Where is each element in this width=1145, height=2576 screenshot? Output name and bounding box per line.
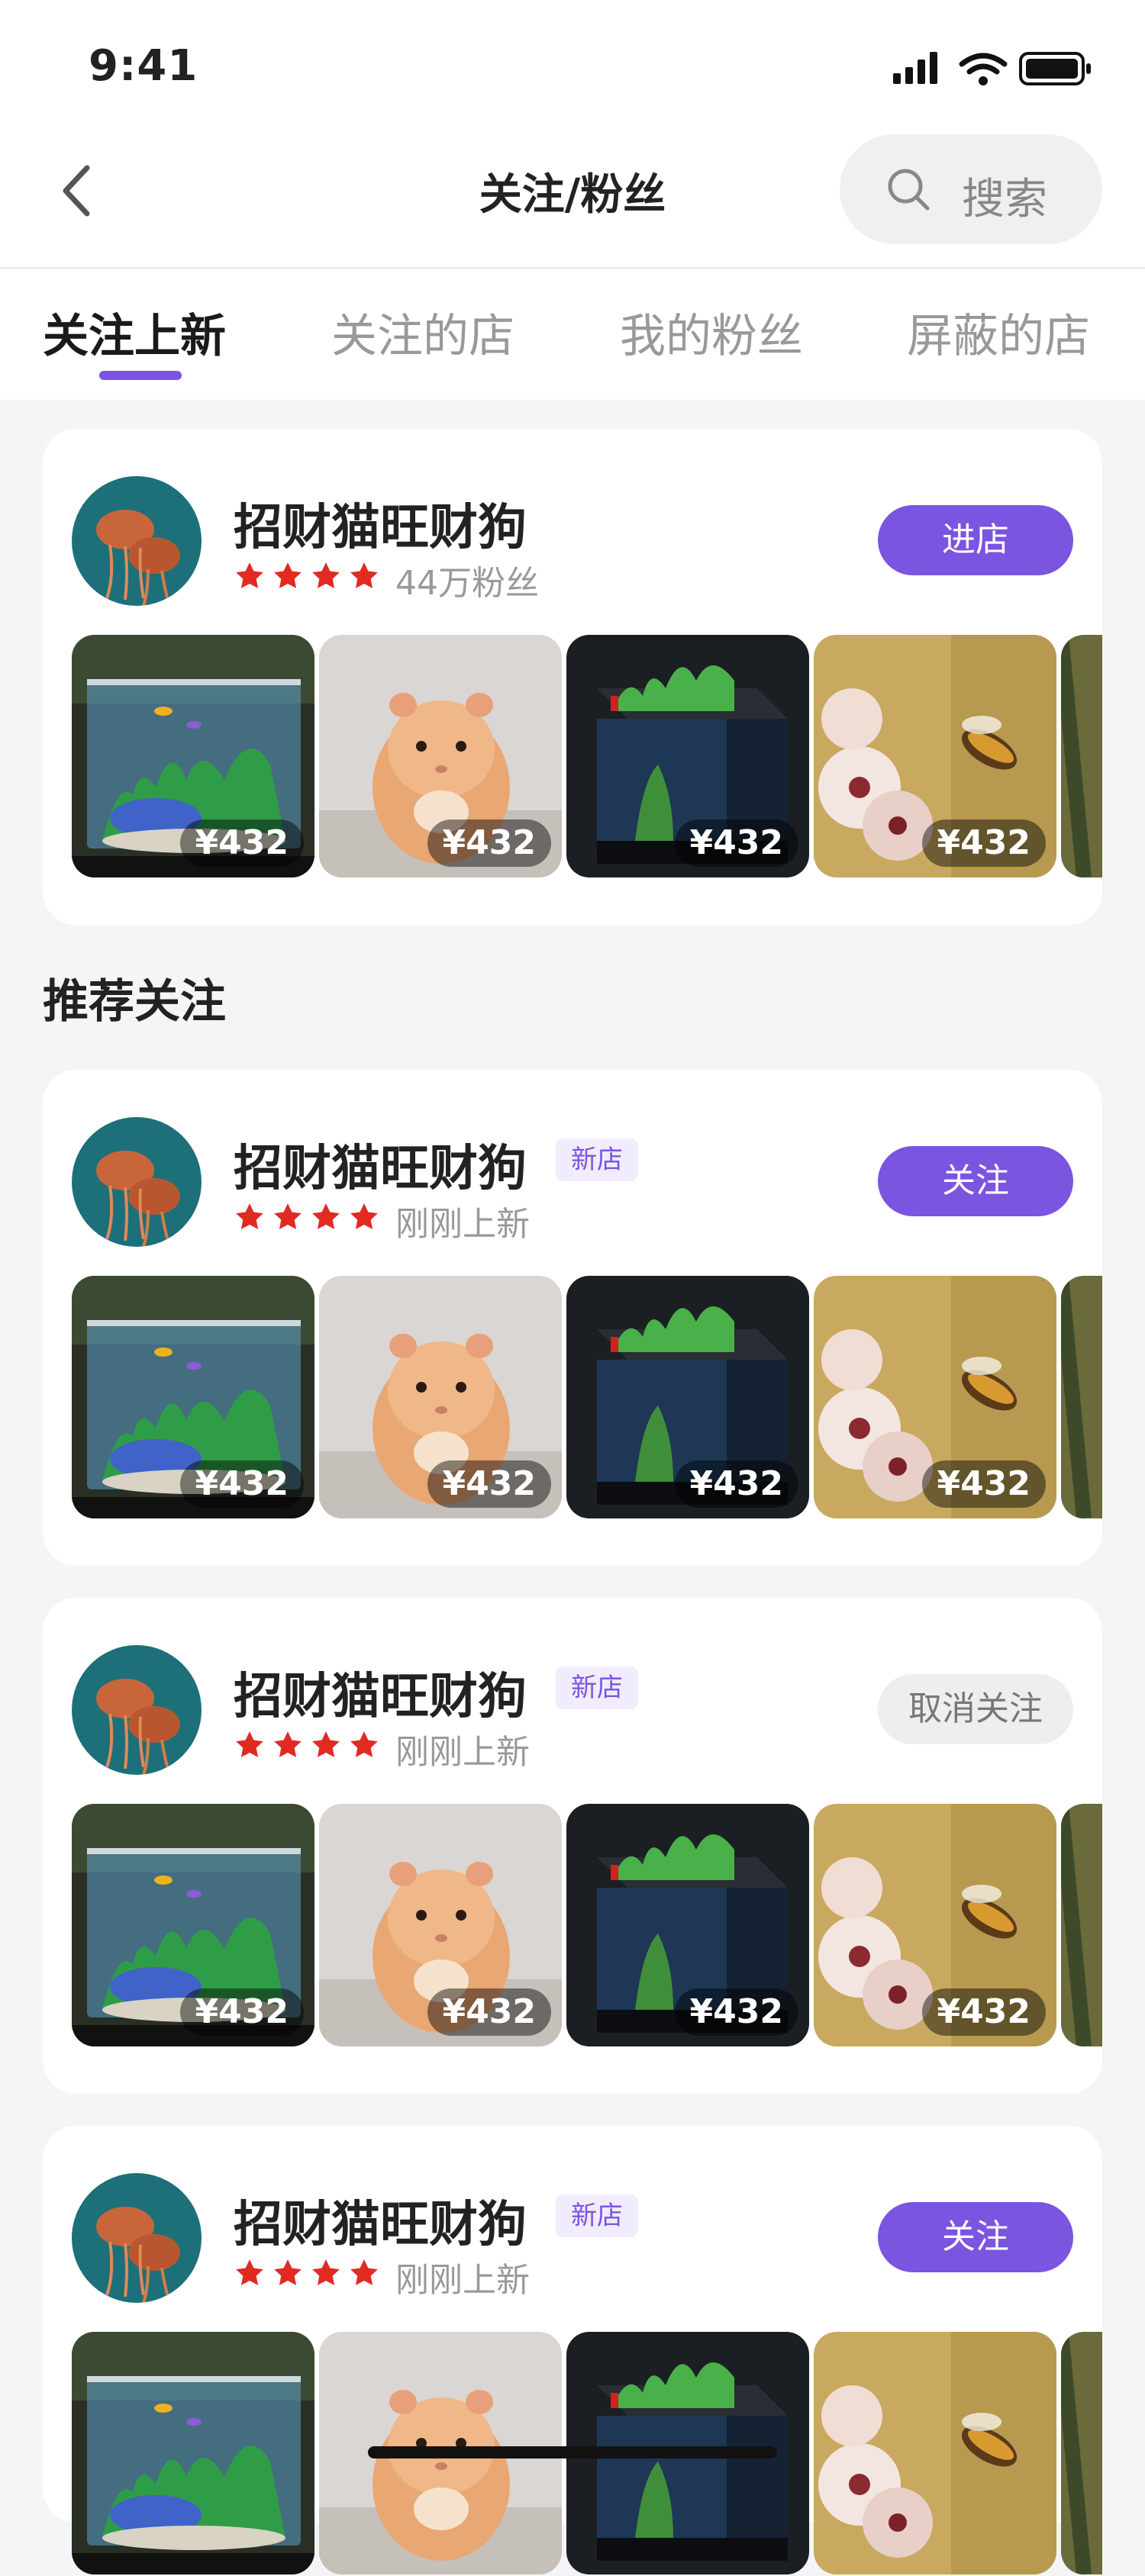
tab-follow-new[interactable]: 关注上新	[43, 299, 226, 365]
product-thumbnail-partial[interactable]	[1061, 1804, 1102, 2046]
price-tag: ¥432	[179, 819, 304, 867]
new-shop-badge: 新店	[556, 1138, 638, 1181]
star-icon	[310, 1729, 342, 1761]
product-thumbnail-partial[interactable]	[1061, 2332, 1102, 2574]
fans-count: 44万粉丝	[395, 564, 539, 603]
price-tag: ¥432	[179, 1460, 304, 1508]
product-thumbnail[interactable]: ¥432	[814, 1276, 1056, 1518]
product-thumbnail-partial[interactable]	[1061, 1276, 1102, 1518]
star-icon	[234, 1729, 266, 1761]
star-icon	[348, 1729, 380, 1761]
product-thumbnail-partial[interactable]	[1061, 635, 1102, 877]
product-thumbnail[interactable]	[814, 2332, 1056, 2574]
recommended-shop-card[interactable]: 招财猫旺财狗 新店 刚刚上新 关注 ¥432 ¥432 ¥432 ¥432	[43, 1070, 1102, 1566]
enter-shop-button[interactable]: 进店	[878, 505, 1073, 575]
star-icon	[234, 2257, 266, 2289]
star-icon	[272, 2257, 304, 2289]
price-tag: ¥432	[427, 819, 551, 867]
search-button[interactable]: 搜索	[840, 134, 1102, 244]
price-tag: ¥432	[921, 1460, 1046, 1508]
star-icon	[348, 1201, 380, 1233]
product-thumbnail[interactable]: ¥432	[566, 1276, 809, 1518]
update-status: 刚刚上新	[395, 2261, 530, 2300]
status-time: 9:41	[89, 41, 198, 91]
home-indicator	[368, 2446, 777, 2458]
star-icon	[234, 560, 266, 592]
price-tag: ¥432	[427, 1988, 551, 2036]
price-tag: ¥432	[179, 1988, 304, 2036]
price-tag: ¥432	[921, 1988, 1046, 2036]
followed-shop-card[interactable]: 招财猫旺财狗 44万粉丝 进店 ¥432 ¥432 ¥432 ¥432	[43, 429, 1102, 925]
search-icon	[888, 169, 930, 211]
product-thumbnail[interactable]: ¥432	[814, 1804, 1056, 2046]
product-thumbnail[interactable]: ¥432	[814, 635, 1056, 877]
product-thumbnail[interactable]: ¥432	[319, 1276, 562, 1518]
tab-my-fans[interactable]: 我的粉丝	[620, 299, 803, 365]
price-tag: ¥432	[427, 1460, 551, 1508]
tab-followed-shops[interactable]: 关注的店	[331, 299, 514, 365]
recommended-shop-card[interactable]: 招财猫旺财狗 新店 刚刚上新 关注	[43, 2126, 1102, 2574]
star-icon	[348, 560, 380, 592]
status-icons	[893, 52, 1091, 85]
unfollow-button[interactable]: 取消关注	[878, 1674, 1073, 1744]
price-tag: ¥432	[674, 1460, 798, 1508]
search-label: 搜索	[962, 175, 1047, 224]
price-tag: ¥432	[921, 819, 1046, 867]
star-icon	[310, 2257, 342, 2289]
rating-stars	[234, 560, 380, 594]
tab-bar: 关注上新 关注的店 我的粉丝 屏蔽的店	[0, 269, 1145, 398]
avatar	[72, 1117, 202, 1247]
price-tag: ¥432	[674, 1988, 798, 2036]
product-thumbnail[interactable]: ¥432	[566, 1804, 809, 2046]
star-icon	[310, 1201, 342, 1233]
rating-stars	[234, 1201, 380, 1235]
product-thumbnail[interactable]: ¥432	[319, 635, 562, 877]
follow-button[interactable]: 关注	[878, 2202, 1073, 2272]
tab-blocked-shops[interactable]: 屏蔽的店	[907, 299, 1090, 365]
rating-stars	[234, 1729, 380, 1763]
header: 9:41 关注/粉丝 搜索 关注上新 关注的店 我的粉丝 屏蔽的店	[0, 0, 1145, 400]
new-shop-badge: 新店	[556, 2194, 638, 2237]
product-thumbnail[interactable]: ¥432	[72, 635, 314, 877]
product-thumbnail[interactable]: ¥432	[319, 1804, 562, 2046]
avatar	[72, 2173, 202, 2303]
product-thumbnail[interactable]	[72, 2332, 314, 2574]
wifi-icon	[959, 53, 1008, 85]
star-icon	[310, 560, 342, 592]
product-thumbnail[interactable]: ¥432	[566, 635, 809, 877]
star-icon	[348, 2257, 380, 2289]
avatar	[72, 476, 202, 606]
update-status: 刚刚上新	[395, 1733, 530, 1772]
star-icon	[272, 560, 304, 592]
signal-icon	[893, 52, 937, 84]
product-thumbnail[interactable]: ¥432	[72, 1276, 314, 1518]
product-thumbnail[interactable]: ¥432	[72, 1804, 314, 2046]
product-strip: ¥432 ¥432 ¥432 ¥432	[72, 635, 1102, 879]
update-status: 刚刚上新	[395, 1205, 530, 1244]
new-shop-badge: 新店	[556, 1666, 638, 1709]
price-tag: ¥432	[674, 819, 798, 867]
follow-button[interactable]: 关注	[878, 1146, 1073, 1216]
star-icon	[272, 1729, 304, 1761]
product-strip: ¥432 ¥432 ¥432 ¥432	[72, 1804, 1102, 2048]
product-strip: ¥432 ¥432 ¥432 ¥432	[72, 1276, 1102, 1520]
shop-name: 招财猫旺财狗	[234, 2197, 527, 2253]
star-icon	[272, 1201, 304, 1233]
rating-stars	[234, 2257, 380, 2291]
section-title-recommended: 推荐关注	[43, 975, 226, 1029]
shop-name: 招财猫旺财狗	[234, 1669, 527, 1725]
avatar	[72, 1645, 202, 1775]
shop-name: 招财猫旺财狗	[234, 500, 527, 556]
recommended-shop-card[interactable]: 招财猫旺财狗 新店 刚刚上新 取消关注 ¥432 ¥432 ¥432 ¥432	[43, 1598, 1102, 2094]
battery-icon	[1019, 52, 1091, 85]
tab-indicator	[99, 371, 182, 380]
star-icon	[234, 1201, 266, 1233]
shop-name: 招财猫旺财狗	[234, 1141, 527, 1197]
